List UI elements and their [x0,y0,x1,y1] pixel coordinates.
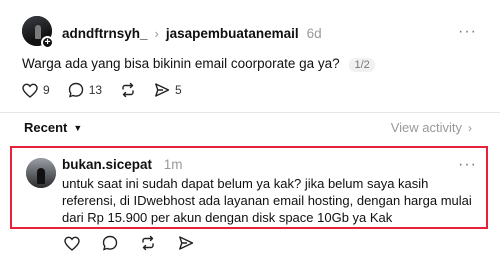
reply-username[interactable]: bukan.sicepat [62,157,152,172]
chevron-right-icon: › [468,120,472,135]
post-community[interactable]: jasapembuatanemail [166,26,299,41]
reply-more-icon[interactable]: ··· [458,156,477,174]
comment-button[interactable]: 13 [68,82,102,98]
follow-plus-icon[interactable]: + [41,36,54,49]
share-button[interactable]: 5 [154,82,182,98]
reply-author-avatar[interactable] [26,158,56,188]
share-icon [179,236,194,250]
reply-share-button[interactable] [178,235,194,251]
post-pager-badge[interactable]: 1/2 [349,58,375,72]
post-body: Warga ada yang bisa bikinin email coorpo… [22,56,375,72]
comment-count: 13 [88,83,103,97]
reply-comment-button[interactable] [102,235,118,251]
comment-icon [68,82,83,98]
reply-timestamp: 1m [163,157,183,172]
chevron-right-icon: › [154,25,159,41]
heart-icon [64,236,80,251]
share-count: 5 [175,83,182,97]
reply-repost-button[interactable] [140,235,156,251]
reply-text: untuk saat ini sudah dapat belum ya kak?… [62,176,472,225]
share-icon [155,83,170,97]
post-text: Warga ada yang bisa bikinin email coorpo… [22,56,340,71]
heart-icon [22,83,38,98]
post-timestamp: 6d [306,25,322,41]
repost-icon [122,82,134,98]
view-activity-label: View activity [390,120,462,135]
like-button[interactable]: 9 [22,83,50,98]
like-count: 9 [43,83,50,97]
repost-icon [142,235,154,251]
avatar-figure [37,168,45,184]
avatar-figure [35,25,41,39]
view-activity-link[interactable]: View activity › [391,120,472,135]
chevron-down-icon: ▼ [73,122,83,133]
post-more-icon[interactable]: ··· [458,23,477,41]
repost-button[interactable] [120,82,136,98]
sort-label: Recent [24,120,68,135]
post-username[interactable]: adndftrnsyh_ [62,26,148,41]
comment-icon [102,235,118,251]
reply-header: bukan.sicepat 1m [62,157,183,172]
reply-actions [64,235,216,251]
post-actions: 9 13 5 [22,82,200,98]
section-divider [0,112,500,113]
reply-like-button[interactable] [64,236,80,251]
sort-dropdown[interactable]: Recent ▼ [24,120,82,135]
post-header: adndftrnsyh_ › jasapembuatanemail 6d [62,24,322,42]
